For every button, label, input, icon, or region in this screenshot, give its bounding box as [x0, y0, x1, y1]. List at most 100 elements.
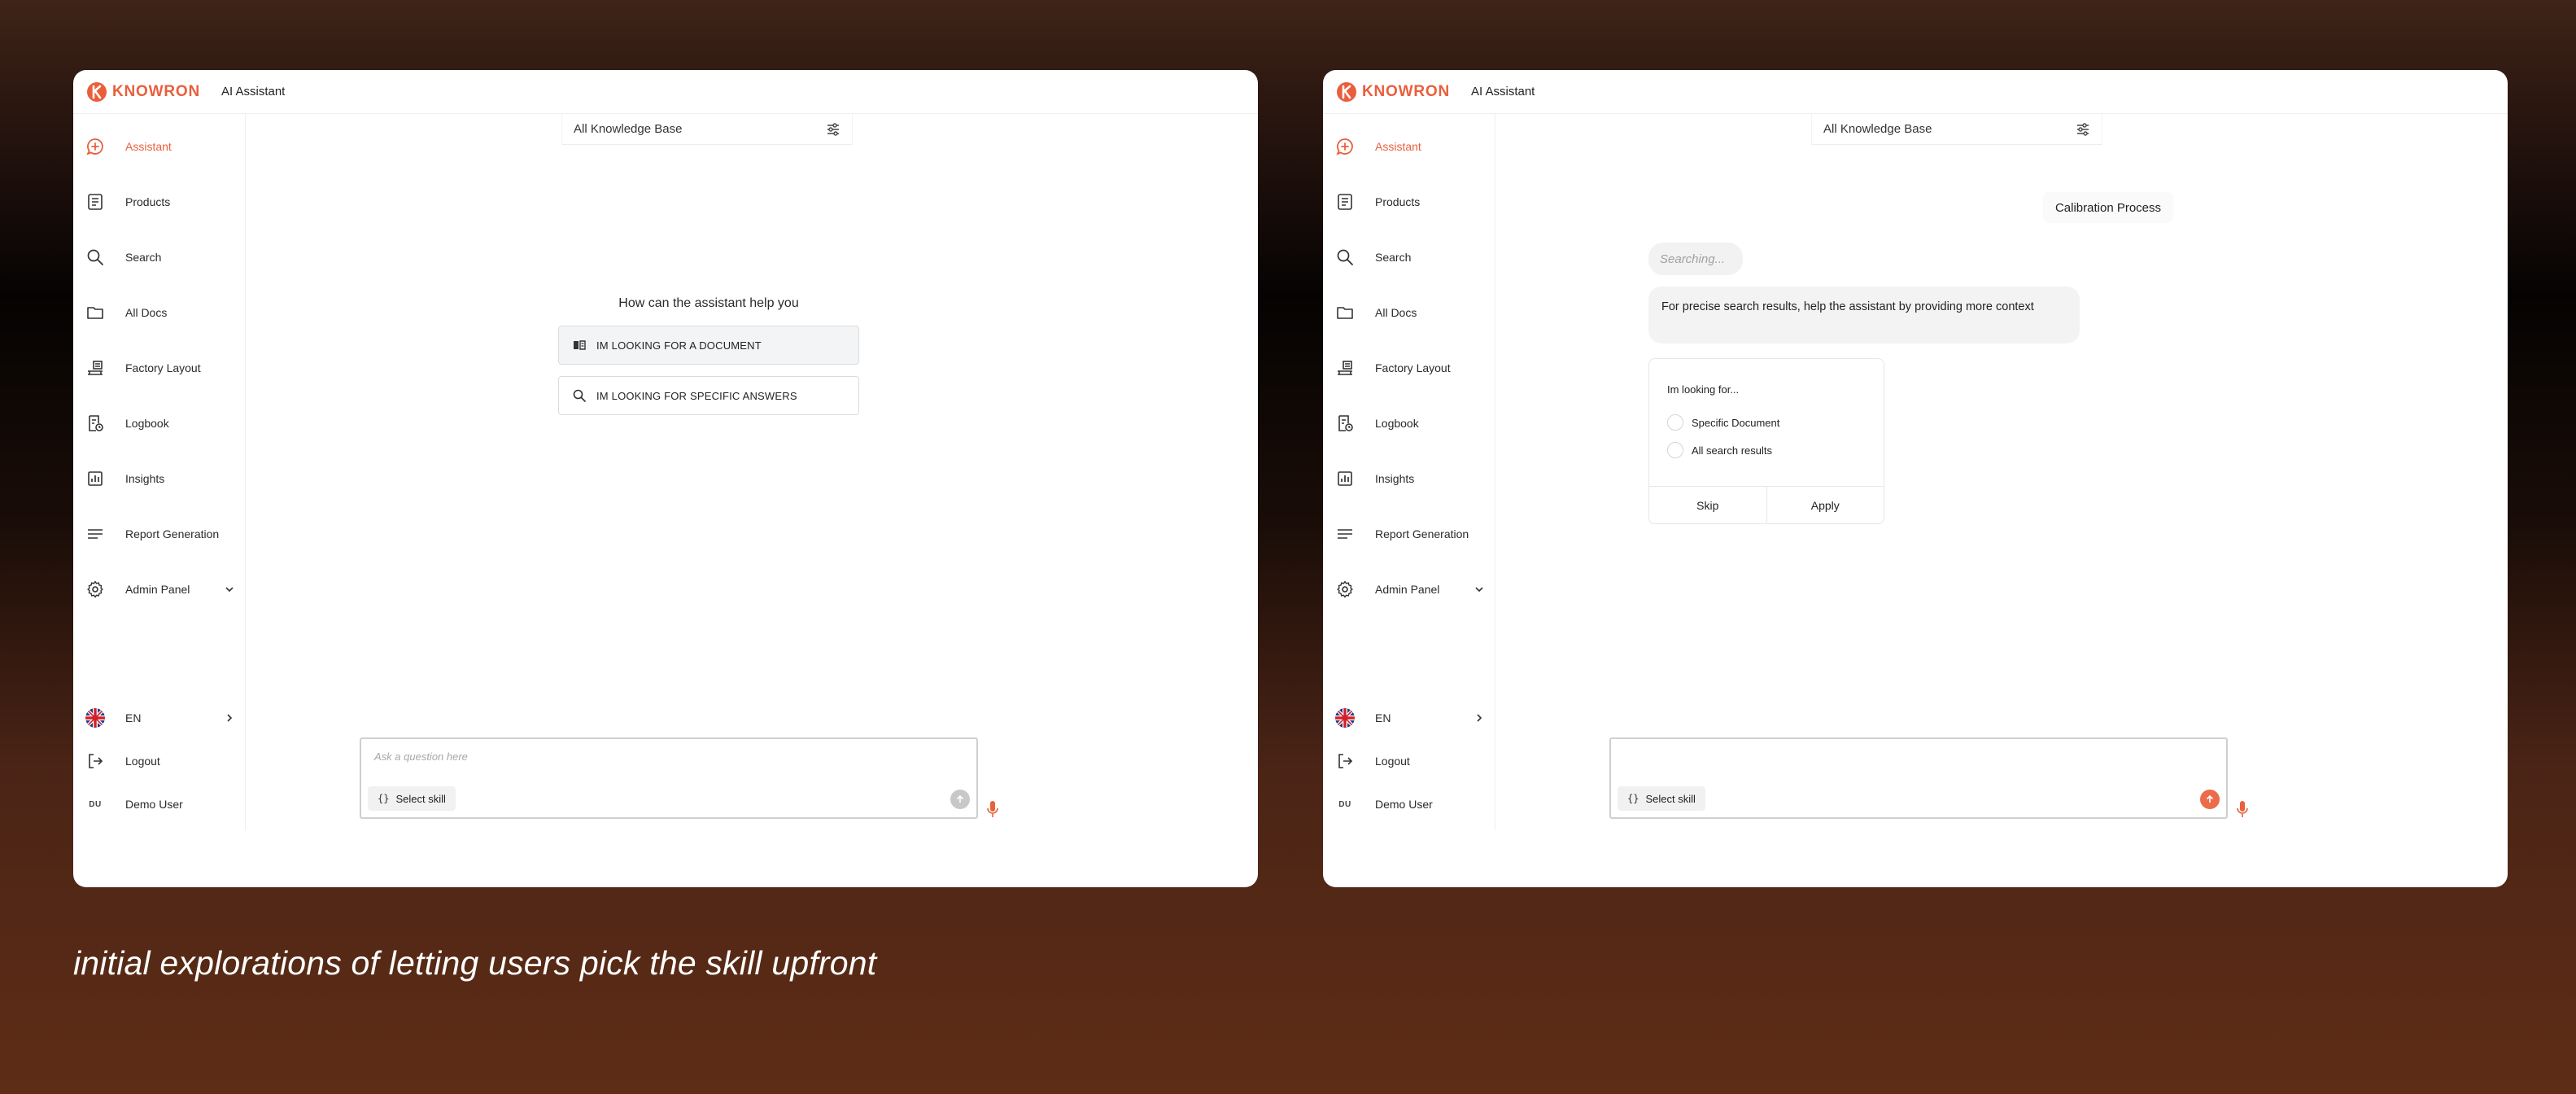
brand[interactable]: KNOWRON: [1336, 81, 1450, 103]
uk-flag-icon: [1335, 708, 1355, 728]
user-profile[interactable]: DU Demo User: [85, 788, 235, 820]
arrow-up-icon: [2206, 794, 2214, 803]
radio-specific-document[interactable]: Specific Document: [1667, 414, 1779, 431]
brand-name: KNOWRON: [112, 82, 200, 100]
lines-icon: [85, 523, 106, 545]
braces-icon: {}: [378, 793, 390, 804]
logout-button[interactable]: Logout: [1334, 745, 1485, 777]
uk-flag-icon: [85, 708, 105, 728]
chevron-down-icon[interactable]: [1474, 584, 1485, 595]
choice-actions: Skip Apply: [1649, 486, 1884, 523]
logbook-icon: [1334, 413, 1356, 434]
filter-sliders-icon[interactable]: [826, 122, 840, 137]
sidebar-item-assistant[interactable]: Assistant: [1334, 130, 1485, 163]
page-caption: initial explorations of letting users pi…: [73, 944, 877, 982]
sidebar-item-search[interactable]: Search: [1334, 241, 1485, 274]
sidebar: Assistant Products Search All Docs Facto…: [1323, 114, 1495, 830]
logout-icon: [85, 750, 106, 772]
sidebar-item-admin-panel[interactable]: Admin Panel: [1334, 573, 1485, 606]
knowledge-base-select[interactable]: All Knowledge Base: [561, 114, 853, 145]
language-selector[interactable]: EN: [1334, 702, 1485, 734]
sidebar-item-report-generation[interactable]: Report Generation: [1334, 518, 1485, 550]
logout-button[interactable]: Logout: [85, 745, 235, 777]
search-icon: [572, 388, 587, 403]
folder-icon: [85, 302, 106, 323]
apply-button[interactable]: Apply: [1766, 487, 1884, 523]
sidebar-item-report-generation[interactable]: Report Generation: [85, 518, 235, 550]
user-profile[interactable]: DU Demo User: [1334, 788, 1485, 820]
radio-all-search-results[interactable]: All search results: [1667, 442, 1772, 458]
sidebar-item-assistant[interactable]: Assistant: [85, 130, 235, 163]
knowledge-base-select[interactable]: All Knowledge Base: [1811, 114, 2102, 145]
logout-icon: [1334, 750, 1356, 772]
chevron-right-icon: [1477, 714, 1482, 722]
send-button[interactable]: [2200, 790, 2220, 809]
assistant-context-message: For precise search results, help the ass…: [1648, 287, 2080, 344]
document-list-icon: [85, 191, 106, 212]
option-find-document[interactable]: IM LOOKING FOR A DOCUMENT: [558, 326, 859, 365]
app-title: AI Assistant: [220, 85, 286, 98]
searching-indicator: Searching...: [1648, 243, 1743, 275]
assistant-chat-icon: [85, 136, 106, 157]
brand[interactable]: KNOWRON: [86, 81, 200, 103]
gear-icon: [85, 579, 106, 600]
select-skill-button[interactable]: {} Select skill: [368, 786, 456, 811]
gear-icon: [1334, 579, 1356, 600]
lines-icon: [1334, 523, 1356, 545]
factory-layout-icon: [1334, 357, 1356, 379]
sidebar-item-insights[interactable]: Insights: [85, 462, 235, 495]
assistant-window-initial: KNOWRON AI Assistant Assistant Products …: [73, 70, 1258, 887]
select-skill-button[interactable]: {} Select skill: [1618, 786, 1705, 811]
microphone-icon[interactable]: [985, 799, 1001, 821]
document-list-icon: [1334, 191, 1356, 212]
looking-for-title: Im looking for...: [1667, 383, 1740, 396]
skip-button[interactable]: Skip: [1649, 487, 1766, 523]
top-bar: KNOWRON AI Assistant: [1323, 70, 2508, 114]
assistant-chat-icon: [1334, 136, 1356, 157]
microphone-icon[interactable]: [2234, 799, 2251, 821]
radio-button[interactable]: [1667, 442, 1683, 458]
assistant-prompt: How can the assistant help you: [618, 296, 799, 310]
chevron-down-icon[interactable]: [224, 584, 235, 595]
language-selector[interactable]: EN: [85, 702, 235, 734]
question-composer[interactable]: {} Select skill: [1609, 737, 2228, 819]
question-input[interactable]: Ask a question here: [374, 750, 468, 763]
sidebar-item-logbook[interactable]: Logbook: [85, 407, 235, 440]
bar-chart-icon: [1334, 468, 1356, 489]
sidebar-item-factory-layout[interactable]: Factory Layout: [1334, 352, 1485, 384]
factory-layout-icon: [85, 357, 106, 379]
sidebar: Assistant Products Search All Docs Facto…: [73, 114, 246, 830]
sidebar-item-products[interactable]: Products: [1334, 186, 1485, 218]
bar-chart-icon: [85, 468, 106, 489]
search-icon: [85, 247, 106, 268]
app-title: AI Assistant: [1470, 85, 1535, 98]
sidebar-item-factory-layout[interactable]: Factory Layout: [85, 352, 235, 384]
send-button[interactable]: [950, 790, 970, 809]
sidebar-item-logbook[interactable]: Logbook: [1334, 407, 1485, 440]
assistant-window-context: KNOWRON AI Assistant Assistant Products …: [1323, 70, 2508, 887]
logbook-icon: [85, 413, 106, 434]
arrow-up-icon: [956, 794, 964, 803]
book-icon: [572, 338, 587, 352]
sidebar-item-all-docs[interactable]: All Docs: [1334, 296, 1485, 329]
search-icon: [1334, 247, 1356, 268]
avatar: DU: [89, 799, 102, 809]
question-composer[interactable]: Ask a question here {} Select skill: [360, 737, 978, 819]
sidebar-item-products[interactable]: Products: [85, 186, 235, 218]
user-message-chip: Calibration Process: [2043, 192, 2173, 223]
top-bar: KNOWRON AI Assistant: [73, 70, 1258, 114]
filter-sliders-icon[interactable]: [2076, 122, 2090, 137]
braces-icon: {}: [1627, 793, 1639, 804]
chevron-right-icon: [227, 714, 233, 722]
sidebar-item-insights[interactable]: Insights: [1334, 462, 1485, 495]
knowron-logo-icon: [1337, 81, 1356, 102]
option-find-answers[interactable]: IM LOOKING FOR SPECIFIC ANSWERS: [558, 376, 859, 415]
knowron-logo-icon: [87, 81, 107, 102]
radio-button[interactable]: [1667, 414, 1683, 431]
folder-icon: [1334, 302, 1356, 323]
looking-for-card: Im looking for... Specific Document All …: [1648, 358, 1884, 524]
sidebar-item-admin-panel[interactable]: Admin Panel: [85, 573, 235, 606]
sidebar-item-search[interactable]: Search: [85, 241, 235, 274]
sidebar-item-all-docs[interactable]: All Docs: [85, 296, 235, 329]
brand-name: KNOWRON: [1362, 82, 1450, 100]
